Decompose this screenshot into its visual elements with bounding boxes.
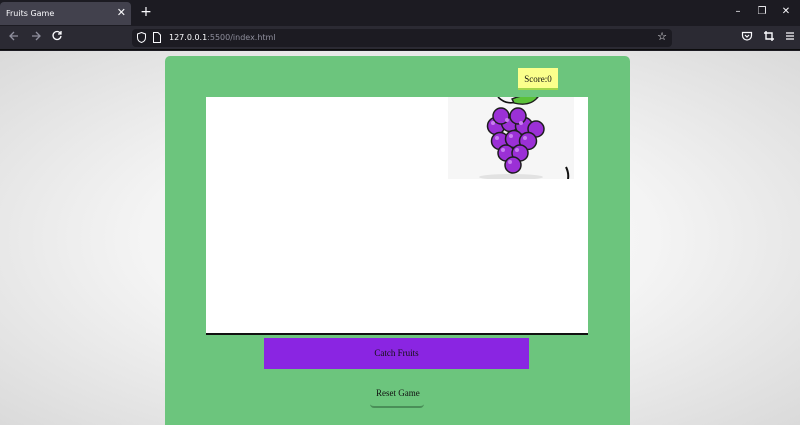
- score-display: Score:0: [518, 68, 558, 90]
- star-icon[interactable]: ☆: [657, 30, 667, 43]
- page-icon: [153, 32, 161, 43]
- catch-fruits-button[interactable]: Catch Fruits: [264, 338, 529, 369]
- reload-icon[interactable]: [48, 29, 66, 47]
- tab-title: Fruits Game: [6, 9, 55, 18]
- reset-game-button[interactable]: Reset Game: [370, 378, 424, 408]
- falling-grapes-image[interactable]: [448, 97, 574, 179]
- menu-icon[interactable]: [781, 29, 799, 47]
- forward-icon[interactable]: [27, 29, 45, 47]
- game-container: Score:0 Catch Fruits Reset Game: [165, 56, 630, 425]
- page-viewport: Score:0 Catch Fruits Reset Game: [0, 51, 800, 425]
- window-close-button[interactable]: ✕: [775, 3, 797, 21]
- shield-icon[interactable]: [137, 32, 146, 43]
- back-icon[interactable]: [5, 29, 23, 47]
- tab-strip: Fruits Game ✕ + – ❐ ✕: [0, 0, 800, 26]
- extensions-icon[interactable]: [760, 29, 778, 47]
- url-text[interactable]: 127.0.0.1:5500/index.html: [169, 32, 276, 44]
- game-canvas[interactable]: [206, 97, 588, 335]
- tab-close-icon[interactable]: ✕: [117, 6, 126, 19]
- navigation-toolbar: 127.0.0.1:5500/index.html ☆: [0, 26, 800, 50]
- grapes-icon: [479, 97, 570, 179]
- new-tab-button[interactable]: +: [137, 3, 155, 21]
- url-bar[interactable]: 127.0.0.1:5500/index.html ☆: [132, 29, 672, 47]
- minimize-button[interactable]: –: [727, 3, 749, 21]
- pocket-icon[interactable]: [738, 29, 756, 47]
- restore-button[interactable]: ❐: [751, 3, 773, 21]
- tab-fruits-game[interactable]: Fruits Game ✕: [0, 2, 131, 25]
